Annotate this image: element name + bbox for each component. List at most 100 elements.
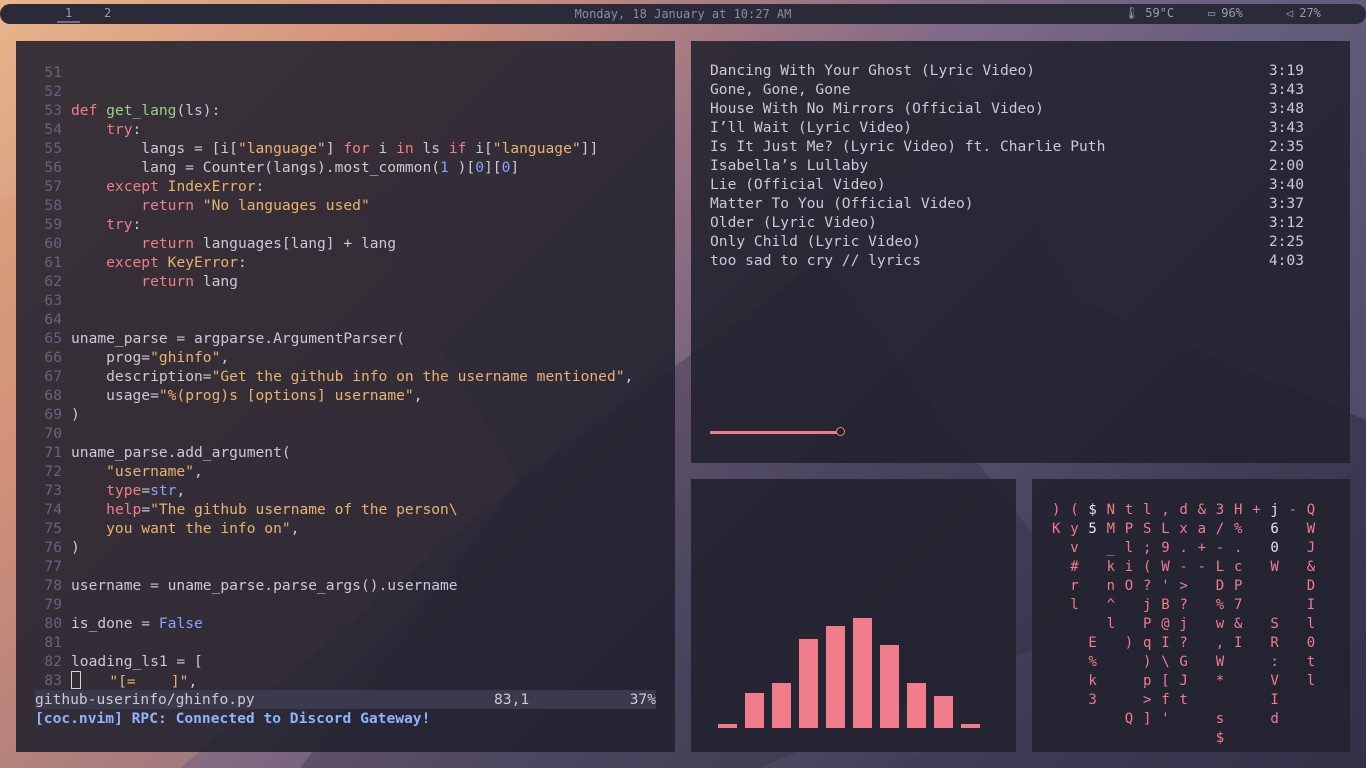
- code-token: =: [141, 501, 151, 518]
- matrix-char: 0: [1270, 540, 1279, 556]
- code-line[interactable]: 65 uname_parse = argparse.ArgumentParser(: [16, 329, 675, 348]
- code-line[interactable]: 58 return "No languages used": [16, 196, 675, 215]
- code-line[interactable]: 70: [16, 424, 675, 443]
- code-line[interactable]: 77: [16, 557, 675, 576]
- code-line[interactable]: 59 try:: [16, 215, 675, 234]
- track-item[interactable]: Is It Just Me? (Lyric Video) ft. Charlie…: [710, 137, 1304, 156]
- matrix-char: *: [1215, 673, 1225, 689]
- code-line[interactable]: 52: [16, 82, 675, 101]
- track-duration: 3:19: [1268, 62, 1304, 79]
- code-line[interactable]: 63: [16, 291, 675, 310]
- code-line[interactable]: 66 prog="ghinfo",: [16, 348, 675, 367]
- matrix-char: t: [1306, 654, 1316, 670]
- volume-value: 27%: [1299, 6, 1321, 20]
- code-text: you want the info on",: [71, 519, 299, 538]
- code-line[interactable]: 81: [16, 633, 675, 652]
- code-line[interactable]: 83 "[= ]",: [16, 671, 675, 690]
- code-line[interactable]: 60 return languages[lang] + lang: [16, 234, 675, 253]
- code-text: loading_ls1 = [: [71, 652, 203, 671]
- matrix-char: l: [1306, 673, 1316, 689]
- matrix-char: -: [1197, 559, 1207, 575]
- volume-status[interactable]: ◁ 27%: [1286, 6, 1321, 20]
- track-item[interactable]: Only Child (Lyric Video) 2:25: [710, 232, 1304, 251]
- matrix-char: ?: [1179, 635, 1188, 651]
- code-line[interactable]: 76): [16, 538, 675, 557]
- playback-knob[interactable]: [836, 427, 845, 436]
- line-number: 51: [44, 64, 62, 81]
- matrix-char: ': [1161, 711, 1170, 727]
- matrix-char: I: [1270, 692, 1279, 708]
- code-token: return: [71, 273, 203, 290]
- code-token: if: [448, 140, 467, 157]
- code-token: (ls):: [176, 102, 221, 119]
- editor-window[interactable]: 51 52 53 def get_lang(ls): 54 try: 55 langs =…: [16, 41, 675, 752]
- code-line[interactable]: 82 loading_ls1 = [: [16, 652, 675, 671]
- code-token: =: [141, 482, 151, 499]
- code-line[interactable]: 67 description="Get the github info on t…: [16, 367, 675, 386]
- visualizer-bar: [934, 696, 953, 728]
- code-text: def get_lang(ls):: [71, 101, 220, 120]
- track-item[interactable]: Matter To You (Official Video) 3:37: [710, 194, 1304, 213]
- track-item[interactable]: Lie (Official Video) 3:40: [710, 175, 1304, 194]
- code-token: lang: [202, 273, 238, 290]
- playback-progress[interactable]: [710, 431, 838, 434]
- matrix-char: >: [1179, 578, 1188, 594]
- code-line[interactable]: 51: [16, 63, 675, 82]
- track-item[interactable]: too sad to cry // lyrics 4:03: [710, 251, 1304, 270]
- line-number: 82: [44, 653, 62, 670]
- top-bar: 1 2 Monday, 18 January at 10:27 AM 🌡︎ 59…: [0, 4, 1366, 24]
- code-line[interactable]: 72 "username",: [16, 462, 675, 481]
- music-player-window[interactable]: Dancing With Your Ghost (Lyric Video) 3:1…: [691, 41, 1350, 463]
- code-line[interactable]: 74 help="The github username of the pers…: [16, 500, 675, 519]
- code-line[interactable]: 53 def get_lang(ls):: [16, 101, 675, 120]
- code-line[interactable]: 61 except KeyError:: [16, 253, 675, 272]
- code-token: str: [150, 482, 177, 499]
- matrix-char: k: [1106, 559, 1116, 575]
- code-line[interactable]: 62 return lang: [16, 272, 675, 291]
- code-line[interactable]: 56 lang = Counter(langs).most_common(1 )…: [16, 158, 675, 177]
- code-line[interactable]: 55 langs = [i["language"] for i in ls if…: [16, 139, 675, 158]
- matrix-char: D: [1215, 578, 1225, 594]
- code-line[interactable]: 68 usage="%(prog)s [options] username",: [16, 386, 675, 405]
- matrix-char: v: [1070, 540, 1079, 556]
- track-item[interactable]: Gone, Gone, Gone 3:43: [710, 80, 1304, 99]
- code-line[interactable]: 75 you want the info on",: [16, 519, 675, 538]
- line-number: 75: [44, 520, 62, 537]
- track-title: Gone, Gone, Gone: [710, 81, 851, 98]
- visualizer-bar: [880, 645, 899, 728]
- track-item[interactable]: I’ll Wait (Lyric Video) 3:43: [710, 118, 1304, 137]
- line-number: 78: [44, 577, 62, 594]
- track-item[interactable]: House With No Mirrors (Official Video) 3:…: [710, 99, 1304, 118]
- code-line[interactable]: 80 is_done = False: [16, 614, 675, 633]
- visualizer-bar: [718, 724, 737, 728]
- code-token: i: [369, 140, 397, 157]
- track-title: too sad to cry // lyrics: [710, 252, 921, 269]
- code-line[interactable]: 69): [16, 405, 675, 424]
- matrix-char: q: [1143, 635, 1152, 651]
- track-item[interactable]: Older (Lyric Video) 3:12: [710, 213, 1304, 232]
- battery-value: 96%: [1221, 6, 1243, 20]
- code-token: ): [71, 406, 80, 423]
- code-line[interactable]: 64: [16, 310, 675, 329]
- track-item[interactable]: Dancing With Your Ghost (Lyric Video) 3:1…: [710, 61, 1304, 80]
- track-duration: 2:25: [1268, 233, 1304, 250]
- code-line[interactable]: 71 uname_parse.add_argument(: [16, 443, 675, 462]
- code-token: ][: [483, 159, 502, 176]
- code-line[interactable]: 57 except IndexError:: [16, 177, 675, 196]
- code-text: "username",: [71, 462, 203, 481]
- line-number: 60: [44, 235, 62, 252]
- visualizer-bar: [745, 693, 764, 728]
- matrix-char: l: [1306, 616, 1316, 632]
- code-line[interactable]: 78 username = uname_parse.parse_args().us…: [16, 576, 675, 595]
- code-token: )[: [448, 159, 476, 176]
- editor-message: [coc.nvim] RPC: Connected to Discord Gat…: [35, 710, 431, 727]
- battery-status: ▭ 96%: [1208, 6, 1243, 20]
- matrix-char: $: [1088, 502, 1097, 518]
- matrix-char: y: [1070, 521, 1079, 537]
- code-line[interactable]: 79: [16, 595, 675, 614]
- code-line[interactable]: 54 try:: [16, 120, 675, 139]
- line-number: 67: [44, 368, 62, 385]
- track-item[interactable]: Isabella’s Lullaby 2:00: [710, 156, 1304, 175]
- code-line[interactable]: 73 type=str,: [16, 481, 675, 500]
- code-text: except KeyError:: [71, 253, 247, 272]
